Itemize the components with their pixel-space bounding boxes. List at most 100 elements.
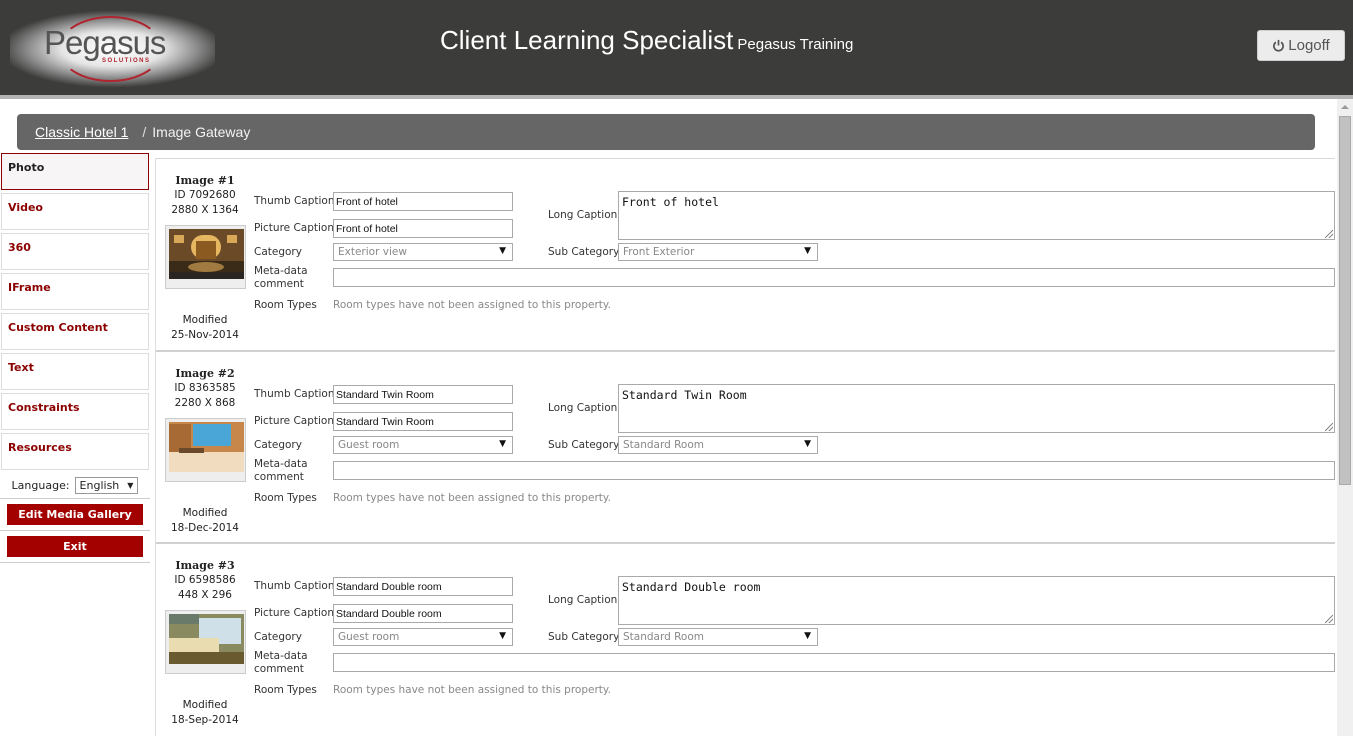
logo-text: Pegasus [44,24,166,61]
image-record: Image #1 ID 7092680 2880 X 1364 Modified… [156,158,1335,350]
breadcrumb: Classic Hotel 1 / Image Gateway [17,114,1315,150]
long-caption-value: Standard Twin Room [622,388,747,402]
category-select[interactable]: Guest room ▼ [333,436,513,454]
image-thumbnail-frame[interactable] [164,418,246,482]
sidebar-item-360[interactable]: 360 [1,233,149,270]
breadcrumb-separator: / [142,124,147,140]
sidebar-item-resources[interactable]: Resources [1,433,149,470]
app-subtitle: Pegasus Training [737,36,854,53]
page-title: Client Learning Specialist Pegasus Traini… [440,25,853,56]
resize-grip-icon[interactable] [1325,230,1333,238]
modified-label: Modified [182,314,228,326]
category-label: Category [254,439,302,451]
image-thumbnail[interactable] [168,229,244,279]
category-value: Guest room [338,439,400,451]
long-caption-value: Front of hotel [622,195,719,209]
edit-media-gallery-button[interactable]: Edit Media Gallery [7,504,143,525]
long-caption-label: Long Caption [548,594,618,606]
chevron-down-icon: ▼ [499,246,506,256]
sidebar-item-iframe[interactable]: IFrame [1,273,149,310]
long-caption-textarea[interactable]: Standard Twin Room [618,384,1335,433]
sub-category-value: Standard Room [623,439,705,451]
app-title-text: Client Learning Specialist [440,25,734,55]
sidebar-item-photo[interactable]: Photo [1,153,149,190]
picture-caption-input[interactable] [333,412,513,431]
image-thumbnail-frame[interactable] [164,610,246,674]
resize-grip-icon[interactable] [1325,615,1333,623]
image-record: Image #2 ID 8363585 2280 X 868 Modified … [156,350,1335,542]
language-value: English [79,479,120,492]
sidebar-item-text[interactable]: Text [1,353,149,390]
logoff-label: Logoff [1288,37,1330,54]
image-id: ID 6598586 [174,574,236,586]
image-list: Image #1 ID 7092680 2880 X 1364 Modified… [155,158,1335,736]
category-select[interactable]: Guest room ▼ [333,628,513,646]
app-header: Pegasus SOLUTIONS Client Learning Specia… [0,0,1353,95]
sidebar: Photo Video 360 IFrame Custom Content Te… [0,153,150,563]
picture-caption-label: Picture Caption [254,415,334,427]
sub-category-select[interactable]: Standard Room ▼ [618,628,818,646]
language-select[interactable]: English ▼ [74,477,139,494]
meta-data-label: Meta-data comment [254,650,308,676]
meta-data-label-line2: comment [254,278,304,290]
sub-category-select[interactable]: Standard Room ▼ [618,436,818,454]
exit-button[interactable]: Exit [7,536,143,557]
long-caption-value: Standard Double room [622,580,761,594]
picture-caption-input[interactable] [333,604,513,623]
breadcrumb-hotel-link[interactable]: Classic Hotel 1 [35,124,128,140]
long-caption-label: Long Caption [548,402,618,414]
thumb-caption-label: Thumb Caption [254,388,335,400]
category-label: Category [254,246,302,258]
image-id: ID 7092680 [174,189,236,201]
image-thumbnail-frame[interactable] [164,225,246,289]
power-icon [1273,39,1285,52]
sub-category-select[interactable]: Front Exterior ▼ [618,243,818,261]
edit-gallery-row: Edit Media Gallery [0,499,150,531]
modified-label: Modified [182,507,228,519]
logoff-button[interactable]: Logoff [1257,30,1345,61]
long-caption-textarea[interactable]: Standard Double room [618,576,1335,625]
chevron-down-icon: ▼ [804,439,811,449]
thumb-caption-label: Thumb Caption [254,580,335,592]
sidebar-item-video[interactable]: Video [1,193,149,230]
meta-data-label-line1: Meta-data [254,650,308,662]
meta-data-comment-input[interactable] [333,268,1335,287]
room-types-label: Room Types [254,684,317,696]
image-thumbnail[interactable] [168,614,244,664]
image-title: Image #2 [175,367,235,380]
modified-info: Modified 18-Dec-2014 [156,506,254,536]
sub-category-value: Standard Room [623,631,705,643]
thumb-caption-input[interactable] [333,192,513,211]
meta-data-comment-input[interactable] [333,653,1335,672]
category-select[interactable]: Exterior view ▼ [333,243,513,261]
meta-data-label-line1: Meta-data [254,265,308,277]
picture-caption-input[interactable] [333,219,513,238]
resize-grip-icon[interactable] [1325,423,1333,431]
image-info: Image #2 ID 8363585 2280 X 868 Modified … [156,352,254,534]
category-label: Category [254,631,302,643]
thumb-caption-input[interactable] [333,385,513,404]
modified-date: 18-Sep-2014 [171,714,239,726]
thumb-caption-input[interactable] [333,577,513,596]
modified-info: Modified 25-Nov-2014 [156,313,254,343]
image-dimensions: 2280 X 868 [174,397,236,409]
logo-subtext: SOLUTIONS [102,58,151,64]
sidebar-item-custom-content[interactable]: Custom Content [1,313,149,350]
meta-data-label-line2: comment [254,471,304,483]
image-thumbnail[interactable] [168,422,244,472]
sidebar-item-constraints[interactable]: Constraints [1,393,149,430]
image-title: Image #1 [175,174,235,187]
scrollbar-thumb[interactable] [1339,116,1351,485]
meta-data-comment-input[interactable] [333,461,1335,480]
room-types-note: Room types have not been assigned to thi… [333,492,611,504]
scroll-up-icon[interactable] [1341,105,1349,109]
chevron-down-icon: ▼ [804,631,811,641]
sub-category-label: Sub Category [548,439,620,451]
image-title: Image #3 [175,559,235,572]
image-id: ID 8363585 [174,382,236,394]
sub-category-label: Sub Category [548,246,620,258]
breadcrumb-current: Image Gateway [152,124,251,140]
scrollbar[interactable] [1337,99,1353,736]
room-types-note: Room types have not been assigned to thi… [333,684,611,696]
long-caption-textarea[interactable]: Front of hotel [618,191,1335,240]
